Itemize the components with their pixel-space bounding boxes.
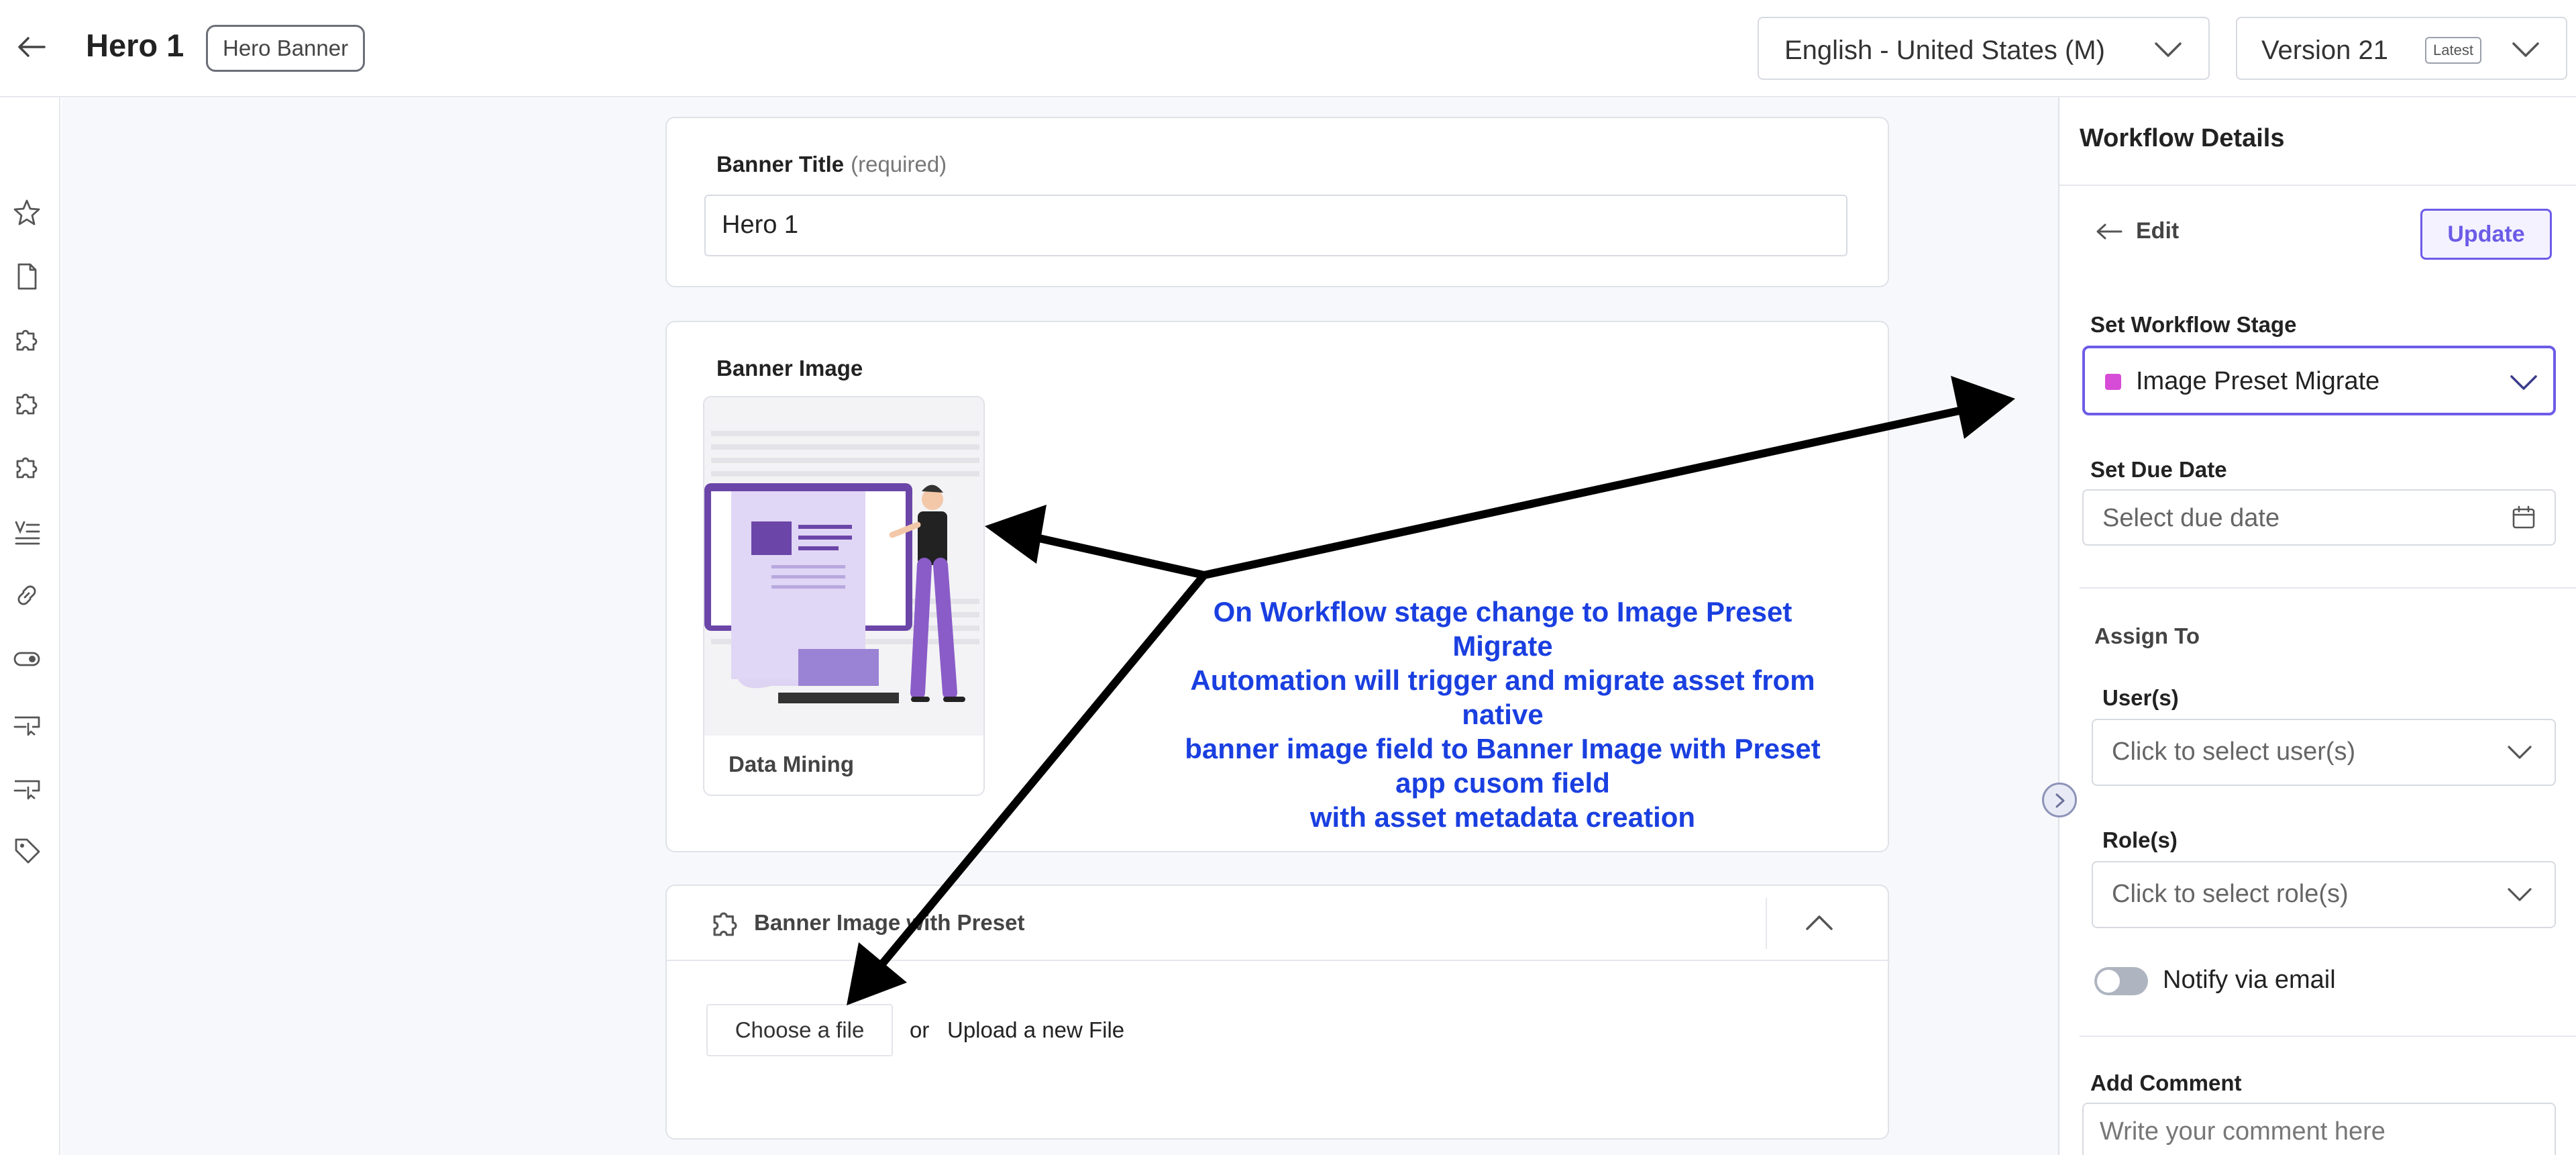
toggle-knob [2097, 970, 2120, 993]
choose-file-button[interactable]: Choose a file [706, 1004, 893, 1056]
header-divider [1766, 898, 1767, 949]
panel-collapse-button[interactable] [2042, 783, 2077, 817]
stage-color-dot [2105, 374, 2121, 390]
chevron-down-icon [2510, 375, 2537, 390]
cursor-box-icon[interactable] [12, 708, 42, 738]
due-date-input[interactable]: Select due date [2082, 489, 2556, 546]
workflow-details-panel: Workflow Details Edit Update Set Workflo… [2058, 97, 2576, 1155]
annotation-line: Automation will trigger and migrate asse… [1190, 664, 1815, 696]
locale-value: English - United States (M) [1784, 36, 2105, 65]
puzzle-icon[interactable] [12, 453, 42, 483]
chevron-down-icon [2512, 42, 2539, 57]
top-header: Hero 1 Hero Banner English - United Stat… [0, 0, 2576, 97]
annotation-line: app cusom field [1395, 767, 1610, 799]
calendar-icon[interactable] [2510, 504, 2537, 531]
entry-title: Hero 1 [86, 28, 184, 63]
roles-label: Role(s) [2102, 827, 2178, 852]
chevron-down-icon [2155, 42, 2182, 57]
workflow-stage-select[interactable]: Image Preset Migrate [2082, 346, 2556, 415]
version-value: Version 21 [2261, 36, 2389, 65]
banner-title-card: Banner Title (required) Hero 1 [665, 117, 1889, 287]
annotation-line: On Workflow stage change to Image Preset [1213, 596, 1792, 627]
toggle-icon[interactable] [12, 644, 42, 674]
content-type-badge: Hero Banner [206, 25, 366, 72]
panel-divider [2080, 1036, 2576, 1037]
tag-icon[interactable] [12, 836, 42, 865]
comment-textarea[interactable]: Write your comment here [2082, 1103, 2556, 1155]
upload-new-file-link[interactable]: Upload a new File [947, 1017, 1124, 1043]
add-comment-label: Add Comment [2090, 1070, 2242, 1095]
asset-name: Data Mining [729, 752, 854, 776]
asset-card[interactable]: Data Mining [703, 396, 985, 796]
due-date-placeholder: Select due date [2102, 504, 2280, 532]
field-sidebar [0, 97, 60, 1155]
star-icon[interactable] [12, 198, 42, 228]
version-select[interactable]: Version 21 Latest [2236, 17, 2567, 80]
asset-thumbnail-illustration [704, 397, 983, 736]
banner-image-label: Banner Image [716, 356, 863, 381]
preset-field-title: Banner Image with Preset [754, 910, 1025, 935]
latest-badge: Latest [2425, 37, 2481, 64]
required-note: (required) [851, 152, 947, 177]
chevron-down-icon [2508, 746, 2532, 759]
due-date-label: Set Due Date [2090, 457, 2227, 482]
notify-email-toggle[interactable] [2094, 967, 2148, 995]
annotation-line: Migrate [1452, 630, 1553, 662]
notify-email-label: Notify via email [2163, 966, 2336, 994]
users-label: User(s) [2102, 685, 2179, 710]
document-icon[interactable] [12, 262, 42, 291]
locale-select[interactable]: English - United States (M) [1758, 17, 2210, 80]
banner-title-input[interactable]: Hero 1 [704, 195, 1847, 256]
assign-to-label: Assign To [2094, 623, 2200, 648]
edit-link[interactable]: Edit [2136, 218, 2179, 244]
annotation-line: with asset metadata creation [1309, 801, 1696, 833]
annotation-note: On Workflow stage change to Image Preset… [1140, 595, 1865, 834]
chevron-down-icon [2508, 888, 2532, 901]
back-arrow-icon[interactable] [15, 30, 48, 64]
roles-placeholder: Click to select role(s) [2112, 880, 2349, 908]
cursor-box-icon[interactable] [12, 772, 42, 801]
puzzle-icon[interactable] [12, 325, 42, 355]
banner-title-label: Banner Title (required) [716, 152, 947, 177]
back-arrow-icon[interactable] [2094, 219, 2124, 244]
panel-title: Workflow Details [2080, 124, 2285, 152]
workflow-stage-label: Set Workflow Stage [2090, 312, 2297, 337]
annotation-line: banner image field to Banner Image with … [1185, 733, 1821, 764]
stage-value: Image Preset Migrate [2136, 367, 2380, 395]
users-placeholder: Click to select user(s) [2112, 738, 2356, 766]
roles-select[interactable]: Click to select role(s) [2092, 861, 2556, 928]
annotation-line: native [1462, 699, 1544, 730]
panel-divider [2059, 185, 2576, 186]
banner-title-label-text: Banner Title [716, 152, 845, 177]
link-icon[interactable] [12, 581, 42, 610]
users-select[interactable]: Click to select user(s) [2092, 719, 2556, 786]
chevron-up-icon[interactable] [1803, 909, 1835, 936]
update-button[interactable]: Update [2420, 209, 2552, 260]
puzzle-icon [713, 912, 737, 936]
puzzle-icon[interactable] [12, 389, 42, 419]
preset-card-header: Banner Image with Preset [667, 886, 1890, 961]
or-text: or [910, 1017, 930, 1042]
chevron-right-icon [2055, 793, 2065, 808]
list-icon[interactable] [12, 517, 42, 546]
panel-divider [2080, 587, 2576, 589]
